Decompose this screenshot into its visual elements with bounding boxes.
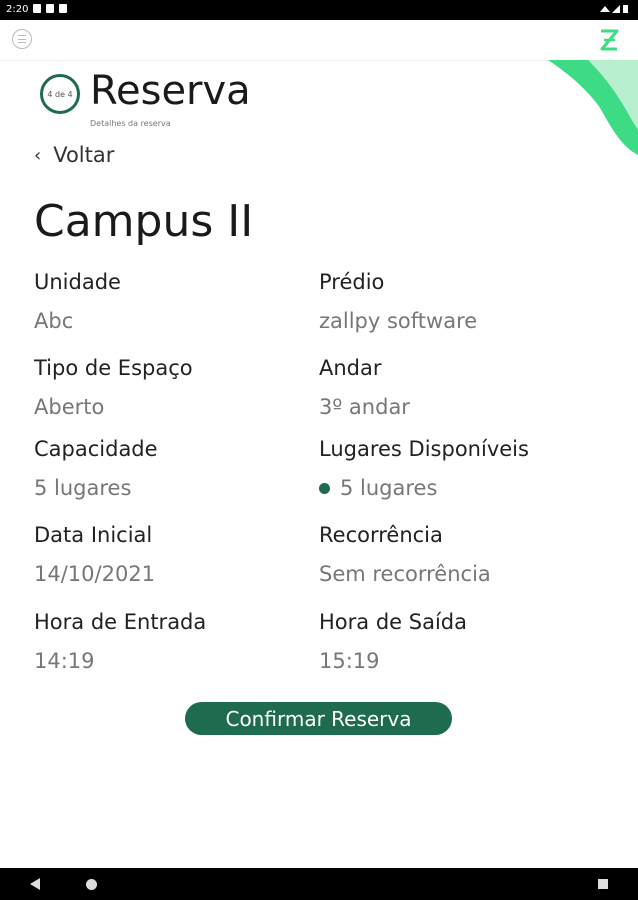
- nav-recents-icon[interactable]: [598, 879, 608, 889]
- field-label: Hora de Entrada: [34, 610, 207, 634]
- field-hora-entrada: Hora de Entrada 14:19: [34, 610, 206, 673]
- field-label: Unidade: [34, 270, 121, 294]
- field-label: Lugares Disponíveis: [319, 437, 529, 461]
- field-lugares-disponiveis: Lugares Disponíveis 5 lugares: [319, 437, 529, 500]
- field-capacidade: Capacidade 5 lugares: [34, 437, 158, 500]
- field-label: Tipo de Espaço: [34, 356, 193, 380]
- availability-dot-icon: [319, 482, 330, 494]
- field-value: 5 lugares: [34, 476, 132, 500]
- zallpy-logo-icon: [600, 29, 619, 51]
- field-value: 14/10/2021: [34, 562, 156, 586]
- confirm-reservation-button[interactable]: Confirmar Reserva: [185, 702, 452, 735]
- field-hora-saida: Hora de Saída 15:19: [319, 610, 467, 673]
- field-value: 5 lugares: [340, 476, 438, 500]
- field-value: zallpy software: [319, 309, 478, 333]
- field-tipo-espaco: Tipo de Espaço Aberto: [34, 356, 193, 419]
- field-value: Sem recorrência: [319, 562, 491, 586]
- menu-icon[interactable]: [12, 29, 32, 49]
- chevron-left-icon: ‹: [34, 144, 42, 166]
- field-andar: Andar 3º andar: [319, 356, 410, 419]
- field-value-row: 5 lugares: [319, 476, 529, 500]
- status-bar: 2:20: [0, 0, 638, 20]
- field-value: Aberto: [34, 395, 105, 419]
- field-label: Prédio: [319, 270, 385, 294]
- field-value: Abc: [34, 309, 74, 333]
- field-label: Data Inicial: [34, 523, 153, 547]
- app-screen: 2:20 4 de 4 Reserva Detalhes da reserva …: [0, 0, 638, 900]
- system-icons: [600, 4, 630, 14]
- field-unidade: Unidade Abc: [34, 270, 121, 333]
- status-time: 2:20: [6, 4, 29, 15]
- field-data-inicial: Data Inicial 14/10/2021: [34, 523, 155, 586]
- field-label: Capacidade: [34, 437, 158, 461]
- notification-icons: [33, 4, 67, 13]
- step-indicator: 4 de 4: [40, 74, 80, 114]
- navigation-bar: [0, 868, 638, 900]
- field-label: Hora de Saída: [319, 610, 467, 634]
- step-text: 4 de 4: [47, 89, 73, 99]
- back-button[interactable]: ‹ Voltar: [34, 143, 114, 167]
- page-subtitle: Detalhes da reserva: [90, 119, 171, 128]
- field-label: Recorrência: [319, 523, 443, 547]
- field-value: 14:19: [34, 649, 95, 673]
- field-predio: Prédio zallpy software: [319, 270, 477, 333]
- page-title: Reserva: [90, 68, 251, 114]
- nav-home-icon[interactable]: [86, 879, 97, 890]
- place-name: Campus II: [34, 196, 254, 247]
- corner-decoration: [548, 60, 638, 155]
- field-label: Andar: [319, 356, 382, 380]
- app-bar: [0, 20, 638, 61]
- field-recorrencia: Recorrência Sem recorrência: [319, 523, 491, 586]
- field-value: 3º andar: [319, 395, 410, 419]
- field-value: 15:19: [319, 649, 380, 673]
- nav-back-icon[interactable]: [30, 878, 40, 890]
- back-label: Voltar: [53, 143, 115, 167]
